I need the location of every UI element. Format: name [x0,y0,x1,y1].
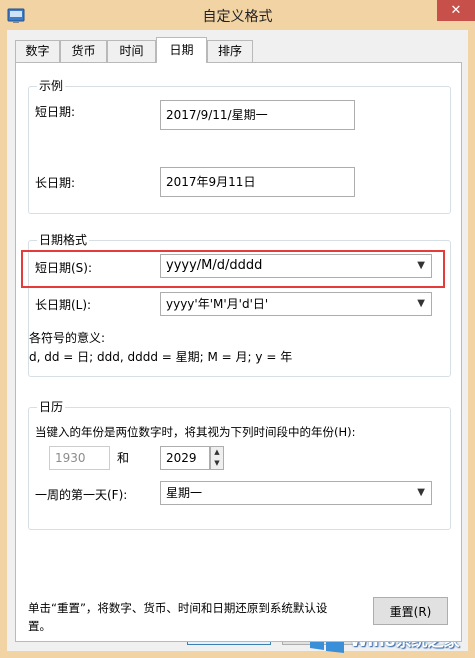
example-group-title: 示例 [37,79,66,93]
example-short-value: 2017/9/11/星期一 [160,100,355,130]
tab-number[interactable]: 数字 [15,40,60,62]
title-bar: 自定义格式 ✕ [0,0,475,30]
tab-currency[interactable]: 货币 [60,40,107,62]
short-date-format-label: 短日期(S): [35,261,93,275]
tab-sort[interactable]: 排序 [207,40,253,62]
example-long-label: 长日期: [35,176,76,190]
reset-button[interactable]: 重置(R) [373,597,448,625]
dialog-client-area: 数字 货币 时间 日期 排序 示例 短日期: 2017/9/11/星期一 长日期… [7,30,468,651]
short-date-format-combo[interactable]: yyyy/M/d/dddd ▼ [160,254,432,278]
spin-up-icon[interactable]: ▲ [211,447,223,458]
chevron-down-icon: ▼ [417,487,425,498]
year-to-input[interactable]: 2029 [160,446,210,470]
first-day-of-week-value: 星期一 [166,486,203,500]
first-day-of-week-label: 一周的第一天(F): [35,488,128,502]
symbols-title: 各符号的意义: [29,331,106,345]
chevron-down-icon: ▼ [417,260,425,271]
year-from-input: 1930 [49,446,110,470]
long-date-format-label: 长日期(L): [35,298,92,312]
window-title: 自定义格式 [202,9,273,25]
spin-down-icon[interactable]: ▼ [211,458,223,469]
short-date-format-value: yyyy/M/d/dddd [166,258,263,273]
long-date-format-value: yyyy'年'M'月'd'日' [166,297,269,311]
close-button[interactable]: ✕ [437,0,475,21]
symbols-description: d, dd = 日; ddd, dddd = 星期; M = 月; y = 年 [29,350,293,364]
chevron-down-icon: ▼ [417,298,425,309]
tab-date[interactable]: 日期 [156,37,207,63]
first-day-of-week-combo[interactable]: 星期一 ▼ [160,481,432,505]
example-long-value: 2017年9月11日 [160,167,355,197]
reset-description-line1: 单击“重置”，将数字、货币、时间和日期还原到系统默认设 [28,601,328,615]
long-date-format-combo[interactable]: yyyy'年'M'月'd'日' ▼ [160,292,432,316]
and-label: 和 [117,451,130,465]
two-digit-year-description: 当键入的年份是两位数字时，将其视为下列时间段中的年份(H): [35,425,356,439]
year-to-spinner[interactable]: ▲ ▼ [210,446,224,470]
reset-description-line2: 置。 [28,619,51,633]
tab-time[interactable]: 时间 [107,40,156,62]
example-short-label: 短日期: [35,105,76,119]
date-format-group-title: 日期格式 [37,233,90,247]
tab-panel-date: 示例 短日期: 2017/9/11/星期一 长日期: 2017年9月11日 日期… [15,62,462,642]
calendar-group-title: 日历 [37,400,66,414]
